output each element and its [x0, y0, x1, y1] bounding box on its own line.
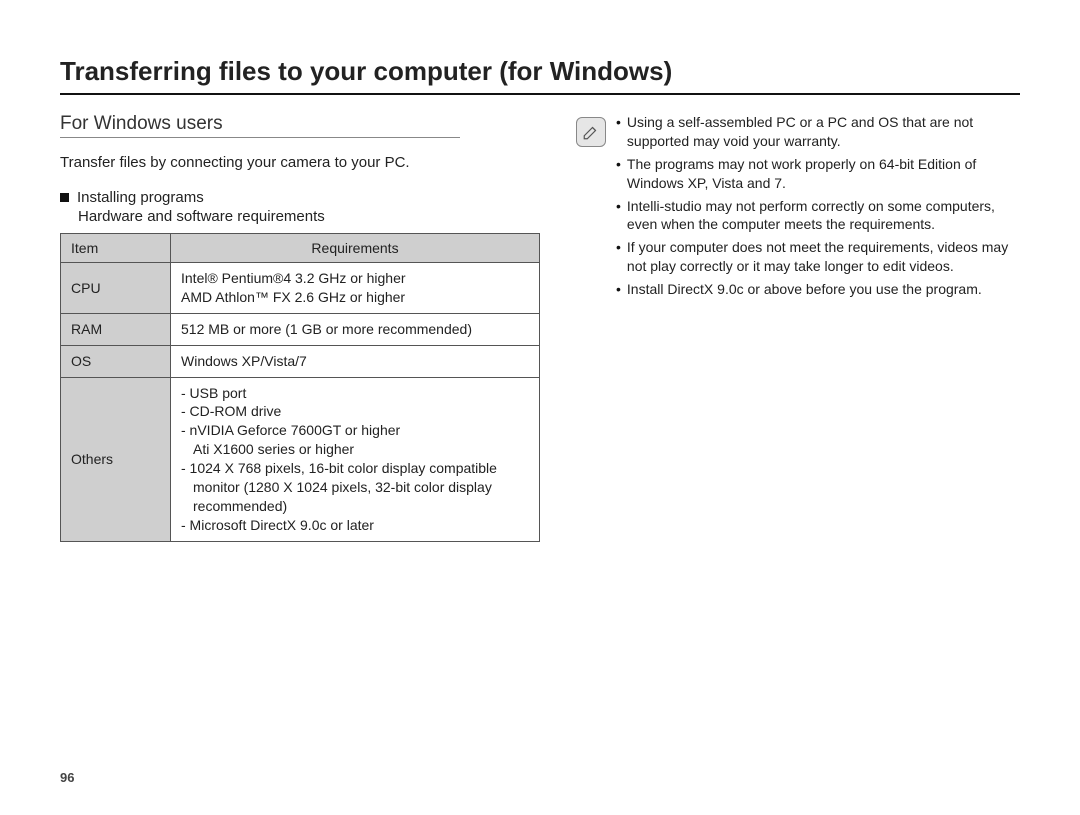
page-title: Transferring files to your computer (for… — [60, 56, 1020, 95]
two-column-layout: For Windows users Transfer files by conn… — [60, 113, 1020, 542]
item-cell-os: OS — [61, 345, 171, 377]
req-line: Ati X1600 series or higher — [181, 440, 529, 459]
note-item: If your computer does not meet the requi… — [616, 238, 1020, 276]
document-page: Transferring files to your computer (for… — [0, 0, 1080, 815]
note-item: The programs may not work properly on 64… — [616, 155, 1020, 193]
table-header-row: Item Requirements — [61, 234, 540, 263]
note-item: Intelli-studio may not perform correctly… — [616, 197, 1020, 235]
item-cell-ram: RAM — [61, 313, 171, 345]
table-row: CPU Intel® Pentium®4 3.2 GHz or higher A… — [61, 263, 540, 314]
note-text: The programs may not work properly on 64… — [627, 155, 1020, 193]
req-line: - 1024 X 768 pixels, 16-bit color displa… — [181, 459, 529, 478]
left-column: For Windows users Transfer files by conn… — [60, 113, 540, 542]
section-subtitle: For Windows users — [60, 113, 460, 138]
pencil-icon — [582, 123, 600, 141]
th-requirements: Requirements — [171, 234, 540, 263]
req-line: - nVIDIA Geforce 7600GT or higher — [181, 421, 529, 440]
note-text: If your computer does not meet the requi… — [627, 238, 1020, 276]
req-line: 512 MB or more (1 GB or more recommended… — [181, 320, 529, 339]
note-icon — [576, 117, 606, 147]
item-cell-others: Others — [61, 377, 171, 541]
item-cell-cpu: CPU — [61, 263, 171, 314]
note-text: Install DirectX 9.0c or above before you… — [627, 280, 982, 299]
table-row: Others - USB port - CD-ROM drive - nVIDI… — [61, 377, 540, 541]
right-column: Using a self-assembled PC or a PC and OS… — [576, 113, 1020, 542]
table-row: RAM 512 MB or more (1 GB or more recomme… — [61, 313, 540, 345]
req-line: - CD-ROM drive — [181, 402, 529, 421]
intro-text: Transfer files by connecting your camera… — [60, 154, 540, 171]
th-item: Item — [61, 234, 171, 263]
requirements-table: Item Requirements CPU Intel® Pentium®4 3… — [60, 233, 540, 542]
note-box: Using a self-assembled PC or a PC and OS… — [576, 113, 1020, 303]
req-cell-ram: 512 MB or more (1 GB or more recommended… — [171, 313, 540, 345]
table-row: OS Windows XP/Vista/7 — [61, 345, 540, 377]
subheading-requirements: Hardware and software requirements — [78, 208, 540, 225]
note-text: Using a self-assembled PC or a PC and OS… — [627, 113, 1020, 151]
note-text: Intelli-studio may not perform correctly… — [627, 197, 1020, 235]
req-line: - Microsoft DirectX 9.0c or later — [181, 516, 529, 535]
subheading-1-text: Installing programs — [77, 189, 204, 206]
note-item: Install DirectX 9.0c or above before you… — [616, 280, 1020, 299]
req-cell-others: - USB port - CD-ROM drive - nVIDIA Gefor… — [171, 377, 540, 541]
req-line: Windows XP/Vista/7 — [181, 352, 529, 371]
note-item: Using a self-assembled PC or a PC and OS… — [616, 113, 1020, 151]
subheading-installing: Installing programs — [60, 189, 540, 206]
req-line: monitor (1280 X 1024 pixels, 32-bit colo… — [181, 478, 529, 497]
req-line: recommended) — [181, 497, 529, 516]
req-cell-cpu: Intel® Pentium®4 3.2 GHz or higher AMD A… — [171, 263, 540, 314]
req-line: - USB port — [181, 384, 529, 403]
bullet-square-icon — [60, 193, 69, 202]
req-line: Intel® Pentium®4 3.2 GHz or higher — [181, 269, 529, 288]
req-cell-os: Windows XP/Vista/7 — [171, 345, 540, 377]
req-line: AMD Athlon™ FX 2.6 GHz or higher — [181, 288, 529, 307]
page-number: 96 — [60, 770, 74, 785]
note-list: Using a self-assembled PC or a PC and OS… — [616, 113, 1020, 303]
